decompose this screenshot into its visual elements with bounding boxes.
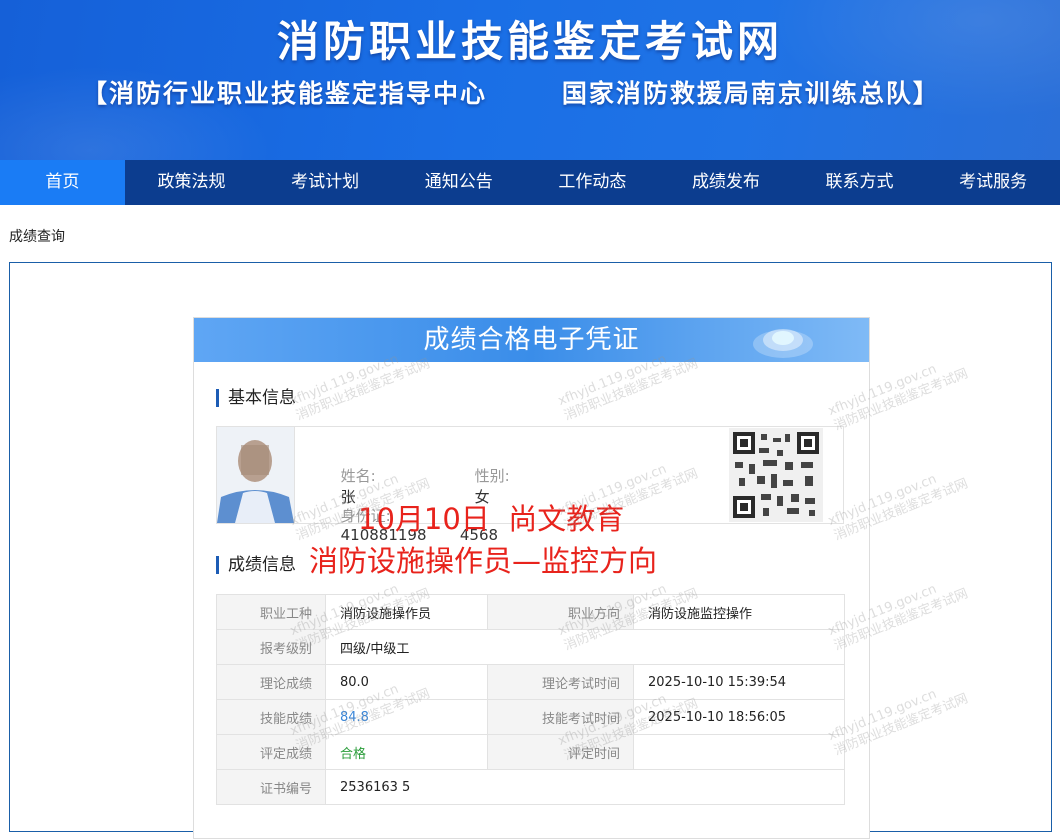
level-value: 四级/中级工 — [325, 629, 845, 665]
cert-number-label: 证书编号 — [216, 769, 326, 805]
skill-time-value: 2025-10-10 18:56:05 — [633, 699, 845, 735]
theory-time-value: 2025-10-10 15:39:54 — [633, 664, 845, 700]
overlay-text-direction: 消防设施操作员—监控方向 — [309, 544, 658, 578]
site-banner: 消防职业技能鉴定考试网 【消防行业职业技能鉴定指导中心 国家消防救援局南京训练总… — [0, 0, 1060, 160]
nav-item-exam-service[interactable]: 考试服务 — [926, 160, 1060, 205]
qr-code-icon — [729, 428, 823, 522]
table-row: 证书编号 2536163 5 — [216, 769, 845, 805]
basic-info-title: 基本信息 — [216, 389, 296, 407]
certificate-header: 成绩合格电子凭证 — [194, 318, 869, 362]
breadcrumb: 成绩查询 — [9, 229, 65, 245]
theory-time-label: 理论考试时间 — [487, 664, 634, 700]
table-row: 技能成绩 84.8 技能考试时间 2025-10-10 18:56:05 — [216, 699, 845, 735]
table-row: 报考级别 四级/中级工 — [216, 629, 845, 665]
nav-item-contact[interactable]: 联系方式 — [793, 160, 927, 205]
table-row: 评定成绩 合格 评定时间 — [216, 734, 845, 770]
theory-score-label: 理论成绩 — [216, 664, 326, 700]
occupation-value: 消防设施操作员 — [325, 594, 488, 630]
score-table: 职业工种 消防设施操作员 职业方向 消防设施监控操作 报考级别 四级/中级工 理… — [216, 594, 845, 805]
cert-number-value: 2536163 5 — [325, 769, 845, 805]
overlay-text-date: 10月10日 尚文教育 — [358, 502, 625, 536]
nav-item-exam-plan[interactable]: 考试计划 — [258, 160, 392, 205]
nav-item-notices[interactable]: 通知公告 — [392, 160, 526, 205]
eval-score-label: 评定成绩 — [216, 734, 326, 770]
skill-score-label: 技能成绩 — [216, 699, 326, 735]
table-row: 职业工种 消防设施操作员 职业方向 消防设施监控操作 — [216, 594, 845, 630]
theory-score-value: 80.0 — [325, 664, 488, 700]
main-nav: 首页 政策法规 考试计划 通知公告 工作动态 成绩发布 联系方式 考试服务 — [0, 160, 1060, 205]
certificate-title: 成绩合格电子凭证 — [423, 325, 640, 355]
site-title: 消防职业技能鉴定考试网 — [276, 17, 783, 66]
skill-score-value: 84.8 — [325, 699, 488, 735]
nav-item-work-news[interactable]: 工作动态 — [526, 160, 660, 205]
nav-item-results[interactable]: 成绩发布 — [659, 160, 793, 205]
gender-label: 性别: — [474, 467, 510, 485]
eval-time-value — [633, 734, 845, 770]
occupation-label: 职业工种 — [216, 594, 326, 630]
site-subtitle: 【消防行业职业技能鉴定指导中心 国家消防救援局南京训练总队】 — [82, 79, 940, 108]
candidate-photo — [217, 427, 295, 523]
nav-item-policy[interactable]: 政策法规 — [125, 160, 259, 205]
person-photo-icon — [217, 427, 294, 523]
table-row: 理论成绩 80.0 理论考试时间 2025-10-10 15:39:54 — [216, 664, 845, 700]
nav-item-home[interactable]: 首页 — [0, 160, 125, 205]
direction-value: 消防设施监控操作 — [633, 594, 845, 630]
score-info-title: 成绩信息 — [216, 556, 296, 574]
name-label: 姓名: — [340, 467, 376, 485]
level-label: 报考级别 — [216, 629, 326, 665]
eval-time-label: 评定时间 — [487, 734, 634, 770]
eval-score-value: 合格 — [325, 734, 488, 770]
direction-label: 职业方向 — [487, 594, 634, 630]
skill-time-label: 技能考试时间 — [487, 699, 634, 735]
